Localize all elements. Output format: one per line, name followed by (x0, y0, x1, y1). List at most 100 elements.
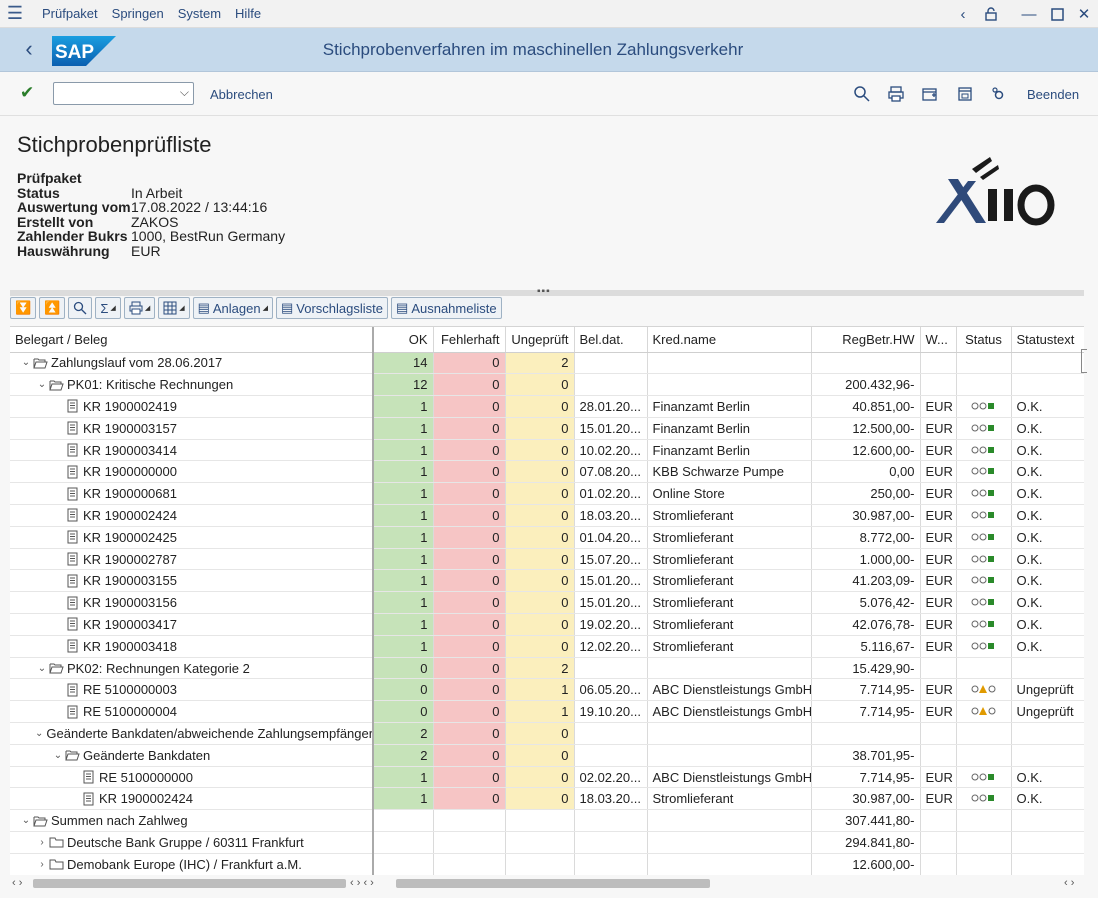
tree-cell[interactable]: RE 5100000000 (10, 766, 374, 789)
table-row[interactable]: ⌄ Geänderte Bankdaten 2 0 0 38.701,95- (10, 744, 1084, 767)
session-icon[interactable] (956, 85, 974, 103)
table-row[interactable]: KR 1900003155 1 0 0 15.01.20... Stromlieferan… (10, 569, 1084, 593)
tree-cell[interactable]: KR 1900002787 (10, 548, 374, 571)
table-row[interactable]: KR 1900003156 1 0 0 15.01.20... Stromlieferan… (10, 591, 1084, 615)
col-header[interactable]: Kred.name (647, 327, 812, 353)
table-row[interactable]: KR 1900002419 1 0 0 28.01.20... Finanzamt Ber… (10, 395, 1084, 418)
tree-cell[interactable]: KR 1900002424 (10, 787, 374, 811)
tree-cell[interactable]: ⌄ PK02: Rechnungen Kategorie 2 (10, 657, 374, 680)
table-row[interactable]: KR 1900002787 1 0 0 15.07.20... Stromlieferan… (10, 548, 1084, 571)
tree-cell[interactable]: KR 1900003417 (10, 613, 374, 636)
col-header[interactable]: OK (373, 327, 434, 353)
menu-pruefpaket[interactable]: Prüfpaket (42, 6, 98, 21)
chevron-left-icon[interactable]: ‹ (950, 0, 976, 28)
tree-cell[interactable]: KR 1900000681 (10, 482, 374, 506)
table-row[interactable]: ⌄ Summen nach Zahlweg 307.441,80- (10, 809, 1084, 833)
table-row[interactable]: ⌄ PK01: Kritische Rechnungen 12 0 0 200.432,9… (10, 373, 1084, 397)
tree-cell[interactable]: › Demobank Europe (IHC) / Frankfurt a.M. (10, 853, 374, 875)
collapse-icon[interactable]: ⌄ (19, 357, 33, 368)
table-row[interactable]: RE 5100000000 1 0 0 02.02.20... ABC Dienstlei… (10, 766, 1084, 789)
col-header[interactable]: Fehlerhaft (433, 327, 506, 353)
col-header[interactable]: Status (956, 327, 1012, 353)
tree-cell[interactable]: KR 1900003418 (10, 635, 374, 658)
collapse-icon[interactable]: ⌄ (35, 379, 49, 390)
close-icon[interactable]: ✕ (1071, 0, 1097, 28)
table-row[interactable]: KR 1900003418 1 0 0 12.02.20... Stromlieferan… (10, 635, 1084, 658)
table-row[interactable]: KR 1900003417 1 0 0 19.02.20... Stromlieferan… (10, 613, 1084, 636)
settings-icon[interactable] (990, 85, 1008, 103)
menu-hilfe[interactable]: Hilfe (235, 6, 261, 21)
table-row[interactable]: ⌄ Zahlungslauf vom 28.06.2017 14 0 2 (10, 352, 1084, 375)
menu-springen[interactable]: Springen (112, 6, 164, 21)
tree-cell[interactable]: ⌄ Zahlungslauf vom 28.06.2017 (10, 352, 374, 375)
table-row[interactable]: KR 1900002425 1 0 0 01.04.20... Stromlieferan… (10, 526, 1084, 549)
expand-icon[interactable]: › (35, 859, 49, 870)
table-row[interactable]: › Deutsche Bank Gruppe / 60311 Frankfurt 2… (10, 831, 1084, 854)
col-header[interactable]: Ungeprüft (505, 327, 575, 353)
tree-cell[interactable]: RE 5100000003 (10, 678, 374, 702)
tree-cell[interactable]: KR 1900002424 (10, 504, 374, 527)
tree-cell[interactable]: KR 1900003156 (10, 591, 374, 615)
table-row[interactable]: KR 1900000000 1 0 0 07.08.20... KBB Schwarze … (10, 460, 1084, 484)
col-header[interactable]: RegBetr.HW (811, 327, 921, 353)
collapse-icon[interactable]: ⌄ (35, 728, 43, 739)
expand-icon[interactable]: › (35, 837, 49, 848)
table-row[interactable]: ⌄ PK02: Rechnungen Kategorie 2 0 0 2 15.429,9… (10, 657, 1084, 680)
print-icon[interactable] (887, 85, 905, 103)
tree-cell[interactable]: ⌄ Summen nach Zahlweg (10, 809, 374, 833)
collapse-icon[interactable]: ⌄ (51, 750, 65, 761)
col-header[interactable]: Bel.dat. (574, 327, 648, 353)
tree-cell[interactable]: RE 5100000004 (10, 700, 374, 724)
table-row[interactable]: › Demobank Europe (IHC) / Frankfurt a.M. 1… (10, 853, 1084, 875)
vorschlagsliste-button[interactable]: ▤ Vorschlagsliste (276, 297, 389, 319)
back-icon[interactable]: ‹ (18, 36, 40, 62)
menu-icon[interactable]: ☰ (0, 0, 30, 28)
anlagen-button[interactable]: ▤ Anlagen ◢ (192, 297, 273, 319)
scroll-right-icon[interactable]: ‹ › (1064, 877, 1074, 889)
tree-cell[interactable]: › Deutsche Bank Gruppe / 60311 Frankfurt (10, 831, 374, 854)
exit-button[interactable]: Beenden (1027, 87, 1079, 102)
tree-cell[interactable]: KR 1900002419 (10, 395, 374, 418)
tree-cell[interactable]: KR 1900000000 (10, 460, 374, 484)
collapse-icon[interactable]: ⌄ (35, 663, 49, 674)
table-row[interactable]: KR 1900002424 1 0 0 18.03.20... Stromlieferan… (10, 787, 1084, 811)
col-header[interactable]: W... (920, 327, 957, 353)
command-field[interactable]: ⌵ (53, 82, 194, 105)
cancel-button[interactable]: Abbrechen (210, 87, 273, 102)
table-row[interactable]: KR 1900000681 1 0 0 01.02.20... Online Store 2… (10, 482, 1084, 506)
table-row[interactable]: RE 5100000003 0 0 1 06.05.20... ABC Dienstlei… (10, 678, 1084, 702)
chevron-down-icon[interactable]: ⌵ (180, 85, 189, 100)
tree-cell[interactable]: KR 1900002425 (10, 526, 374, 549)
print-button[interactable]: ◢ (123, 297, 156, 319)
col-header[interactable]: Statustext (1011, 327, 1084, 353)
search-icon[interactable] (853, 85, 871, 103)
tree-cell[interactable]: ⌄ Geänderte Bankdaten (10, 744, 374, 767)
tree-cell[interactable]: KR 1900003157 (10, 417, 374, 440)
table-row[interactable]: ⌄ Geänderte Bankdaten/abweichende Zahlung… (10, 722, 1084, 745)
table-row[interactable]: RE 5100000004 0 0 1 19.10.20... ABC Dienstlei… (10, 700, 1084, 724)
scroll-arrows-icon[interactable]: ‹ › ‹ › (350, 877, 374, 889)
table-row[interactable]: KR 1900003414 1 0 0 10.02.20... Finanzamt Ber… (10, 439, 1084, 462)
col-header[interactable]: Belegart / Beleg (10, 327, 374, 353)
table-row[interactable]: KR 1900003157 1 0 0 15.01.20... Finanzamt Ber… (10, 417, 1084, 440)
checkmark-icon[interactable]: ✔ (20, 83, 34, 103)
scrollbar-thumb[interactable] (396, 879, 710, 888)
layout-button[interactable]: ◢ (158, 297, 190, 319)
tree-cell[interactable]: KR 1900003414 (10, 439, 374, 462)
menu-system[interactable]: System (178, 6, 221, 21)
minimize-icon[interactable]: — (1016, 0, 1042, 28)
new-window-icon[interactable] (921, 85, 939, 103)
sum-button[interactable]: Σ ◢ (95, 297, 121, 319)
maximize-icon[interactable] (1044, 0, 1070, 28)
tree-cell[interactable]: ⌄ Geänderte Bankdaten/abweichende Zahlung… (10, 722, 374, 745)
table-row[interactable]: KR 1900002424 1 0 0 18.03.20... Stromlieferan… (10, 504, 1084, 527)
unlock-icon[interactable] (978, 0, 1004, 28)
scrollbar-thumb[interactable] (33, 879, 346, 888)
find-button[interactable] (68, 297, 93, 319)
tree-cell[interactable]: KR 1900003155 (10, 569, 374, 593)
scroll-left-icon[interactable]: ‹ › (12, 877, 22, 889)
expand-all-button[interactable]: ⏬ (10, 297, 37, 319)
collapse-all-button[interactable]: ⏫ (39, 297, 66, 319)
collapse-icon[interactable]: ⌄ (19, 815, 33, 826)
tree-cell[interactable]: ⌄ PK01: Kritische Rechnungen (10, 373, 374, 397)
